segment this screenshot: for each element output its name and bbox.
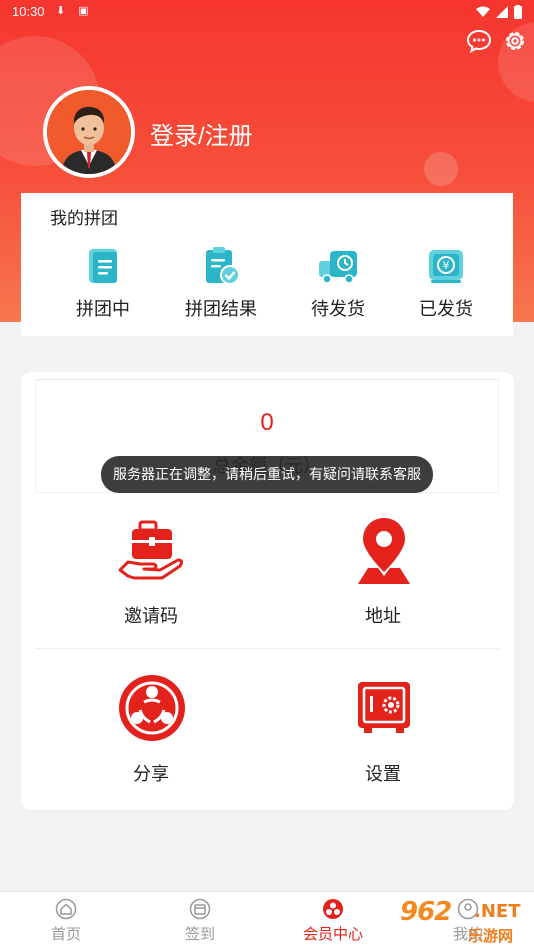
nav-label: 签到	[184, 926, 215, 943]
share-label: 分享	[133, 764, 169, 784]
group-item-results[interactable]: 拼团结果	[166, 245, 276, 325]
decor-bubble	[424, 152, 458, 186]
share-circle-icon	[119, 675, 185, 741]
site-watermark: 962 .NET 乐游网	[394, 893, 534, 949]
chat-icon[interactable]	[466, 28, 492, 54]
wifi-icon	[476, 6, 490, 17]
member-icon	[323, 899, 343, 919]
group-item-label: 已发货	[419, 299, 473, 319]
group-item-shipped[interactable]: ¥ 已发货	[391, 245, 501, 325]
nav-home[interactable]: 首页	[11, 898, 121, 948]
hand-briefcase-icon	[118, 520, 184, 580]
group-item-label: 拼团中	[76, 299, 130, 319]
group-item-ongoing[interactable]: 拼团中	[48, 245, 158, 325]
watermark-sub: 乐游网	[468, 928, 514, 945]
document-list-icon	[89, 249, 117, 283]
download-icon: ⬇ ▣	[56, 5, 94, 17]
home-icon	[55, 898, 77, 920]
nav-label: 首页	[50, 926, 81, 943]
group-item-label: 拼团结果	[185, 299, 257, 319]
my-group-card: 我的拼团 拼团中 拼团结果 待发货 ¥ 已发货	[21, 193, 513, 336]
watermark-number: 962	[400, 897, 452, 927]
settings-tile[interactable]: 设置	[267, 654, 499, 804]
clipboard-check-icon	[206, 247, 240, 285]
balance-value: 0	[260, 409, 274, 436]
status-bar: 10:30 ⬇ ▣	[0, 0, 534, 26]
group-title: 我的拼团	[50, 209, 118, 228]
avatar[interactable]	[43, 86, 135, 178]
address-tile[interactable]: 地址	[267, 496, 499, 646]
invite-code-tile[interactable]: 邀请码	[35, 496, 267, 646]
settings-label: 设置	[365, 764, 401, 784]
svg-text:¥: ¥	[443, 259, 450, 272]
status-time: 10:30	[12, 4, 45, 19]
battery-icon	[514, 5, 522, 19]
nav-label: 会员中心	[302, 926, 363, 943]
invite-code-label: 邀请码	[124, 606, 178, 626]
divider	[35, 648, 499, 649]
delivery-truck-icon	[319, 251, 357, 284]
gear-icon[interactable]	[502, 28, 528, 54]
address-label: 地址	[365, 606, 401, 626]
safe-gear-icon	[358, 682, 410, 733]
watermark-net: .NET	[474, 901, 521, 922]
login-register-link[interactable]: 登录/注册	[150, 116, 253, 151]
group-item-label: 待发货	[311, 299, 365, 319]
nav-checkin[interactable]: 签到	[145, 898, 255, 948]
member-main-card: 0 总余额（元） 邀请码 地址 分享	[21, 372, 514, 810]
share-tile[interactable]: 分享	[35, 654, 267, 804]
location-pin-icon	[358, 518, 410, 584]
group-item-to-ship[interactable]: 待发货	[283, 245, 393, 325]
nav-member-center[interactable]: 会员中心	[278, 898, 388, 948]
toast-message: 服务器正在调整，请稍后重试，有疑问请联系客服	[101, 456, 433, 493]
calendar-icon	[189, 898, 211, 920]
user-avatar-icon	[47, 90, 131, 174]
signal-icon	[496, 6, 508, 18]
status-right-icons	[476, 5, 522, 19]
yen-refresh-icon: ¥	[429, 250, 463, 283]
